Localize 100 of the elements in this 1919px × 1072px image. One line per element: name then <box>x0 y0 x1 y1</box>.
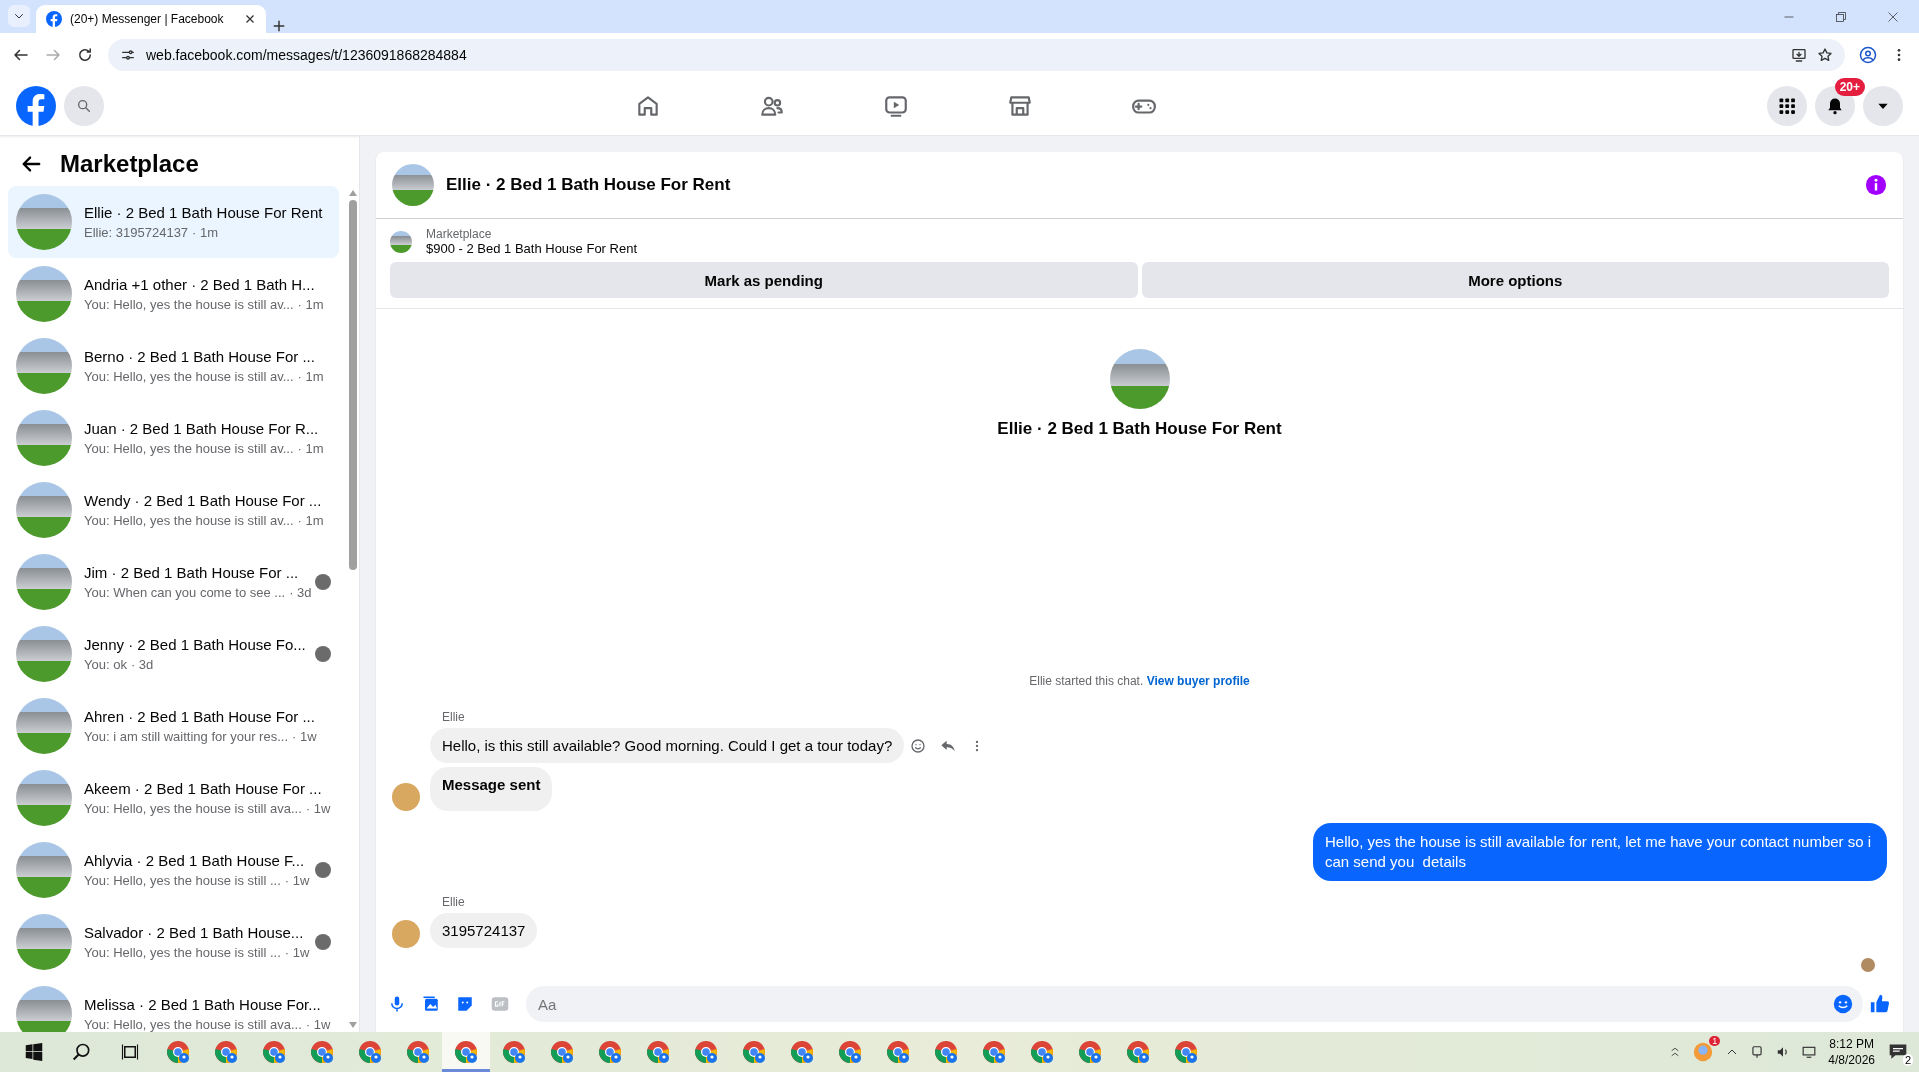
browser-icon <box>790 1040 814 1064</box>
message-time: · 1w <box>305 1017 331 1032</box>
address-bar[interactable]: web.facebook.com/messages/t/1236091868284884 <box>108 39 1845 71</box>
listing-photo <box>392 164 434 206</box>
photo-icon[interactable] <box>422 995 440 1013</box>
browser-icon <box>262 1040 286 1064</box>
browser-icon <box>166 1040 190 1064</box>
search-icon[interactable] <box>72 1042 92 1062</box>
listing-title: $900 - 2 Bed 1 Bath House For Rent <box>426 241 637 256</box>
conversation-item[interactable]: Ahlyvia · 2 Bed 1 Bath House F... You: Hello, yes the house is still ... · 1w <box>8 834 339 906</box>
star-icon[interactable] <box>1817 47 1833 63</box>
listing-photo <box>16 626 72 682</box>
message-time: · 1m <box>297 297 324 312</box>
listing-photo <box>16 986 72 1032</box>
install-app-icon[interactable] <box>1791 47 1807 63</box>
taskbar-app-button[interactable] <box>442 1032 490 1072</box>
sticker-icon[interactable] <box>456 995 474 1013</box>
browser-icon <box>646 1040 670 1064</box>
message-time: · 1m <box>192 225 219 240</box>
browser-tab[interactable]: (20+) Messenger | Facebook <box>36 5 266 33</box>
conversation-title: Ahlyvia · 2 Bed 1 Bath House F... <box>84 852 303 869</box>
message-time: · 3d <box>289 585 312 600</box>
facebook-logo-icon <box>46 11 62 27</box>
action-button[interactable]: More options <box>1141 262 1889 298</box>
message-input[interactable]: Aa <box>526 986 1863 1022</box>
back-arrow-icon[interactable] <box>20 153 42 175</box>
conversation-title: Jenny · 2 Bed 1 Bath House Fo... <box>84 636 303 653</box>
search-button[interactable] <box>64 86 104 126</box>
plus-icon[interactable] <box>272 19 286 33</box>
notification-center-icon[interactable] <box>1887 1042 1909 1062</box>
close-icon[interactable] <box>244 13 256 25</box>
message-preview: You: i am still waitting for your res... <box>84 729 288 744</box>
message-preview: Ellie: 3195724137 <box>84 225 189 240</box>
browser-icon <box>838 1040 862 1064</box>
windows-start-icon[interactable] <box>25 1043 43 1061</box>
conversation-title: Juan · 2 Bed 1 Bath House For R... <box>84 420 320 437</box>
browser-icon <box>1030 1040 1054 1064</box>
conversation-item[interactable]: Andria +1 other · 2 Bed 1 Bath H... You: Hello, yes the house is still av... · 1m <box>8 258 339 330</box>
message-time: · 1w <box>284 945 310 960</box>
listing-photo <box>16 698 72 754</box>
menu-button[interactable] <box>1767 86 1807 126</box>
message-preview: You: Hello, yes the house is still av... <box>84 369 294 384</box>
conversation-item[interactable]: Akeem · 2 Bed 1 Bath House For ... You: Hello, yes the house is still ava... · 1w <box>8 762 339 834</box>
conversation-item[interactable]: Jenny · 2 Bed 1 Bath House Fo... You: ok · 3d <box>8 618 339 690</box>
conversation-item[interactable]: Salvador · 2 Bed 1 Bath House... You: Hello, yes the house is still ... · 1w <box>8 906 339 978</box>
conversation-item[interactable]: Wendy · 2 Bed 1 Bath House For ... You: Hello, yes the house is still av... · 1m <box>8 474 339 546</box>
emoji-react-icon[interactable] <box>910 737 927 754</box>
message-preview: You: When can you come to see ... <box>84 585 286 600</box>
listing-photo <box>16 410 72 466</box>
task-view-icon[interactable] <box>121 1043 139 1061</box>
emoji-icon[interactable] <box>1833 994 1853 1014</box>
listing-photo <box>16 914 72 970</box>
browser-icon <box>1174 1040 1198 1064</box>
browser-icon <box>502 1040 526 1064</box>
conversation-item[interactable]: Juan · 2 Bed 1 Bath House For R... You: Hello, yes the house is still av... · 1m <box>8 402 339 474</box>
browser-icon <box>214 1040 238 1064</box>
browser-icon <box>406 1040 430 1064</box>
listing-photo <box>16 338 72 394</box>
reload-icon[interactable] <box>76 46 94 64</box>
microphone-icon[interactable] <box>388 995 406 1013</box>
listing-photo <box>16 842 72 898</box>
conversation-title: Jim · 2 Bed 1 Bath House For ... <box>84 564 300 581</box>
browser-icon <box>358 1040 382 1064</box>
browser-icon <box>934 1040 958 1064</box>
search-icon <box>76 98 92 114</box>
sender-name: Ellie <box>442 895 466 909</box>
browser-icon <box>742 1040 766 1064</box>
message-bubble: Hello, yes the house is still available for rent, let me have your contact number so i can send you details <box>1313 823 1887 881</box>
listing-photo <box>16 482 72 538</box>
taskbar-time: 8:12 PM <box>1828 1036 1875 1052</box>
view-buyer-profile-link[interactable]: View buyer profile <box>1146 674 1250 688</box>
url-text: web.facebook.com/messages/t/1236091868284884 <box>146 47 468 63</box>
conversation-item[interactable]: Ellie · 2 Bed 1 Bath House For Rent Ellie: 3195724137 · 1m <box>8 186 339 258</box>
conversation-title: Akeem · 2 Bed 1 Bath House For ... <box>84 780 323 797</box>
facebook-logo-icon[interactable] <box>16 86 56 126</box>
read-receipt-avatar <box>1861 958 1875 972</box>
chat-title: Ellie · 2 Bed 1 Bath House For Rent <box>446 175 732 195</box>
video-play-icon[interactable] <box>882 93 909 119</box>
grid-menu-icon <box>1777 96 1797 116</box>
browser-icon <box>598 1040 622 1064</box>
tray-app-icon[interactable] <box>1692 1041 1715 1063</box>
storefront-icon[interactable] <box>1006 93 1033 119</box>
monitor-icon[interactable] <box>1802 1045 1817 1059</box>
conversation-item[interactable]: Jim · 2 Bed 1 Bath House For ... You: When can you come to see ... · 3d <box>8 546 339 618</box>
conversation-item[interactable]: Berno · 2 Bed 1 Bath House For ... You: Hello, yes the house is still av... · 1m <box>8 330 339 402</box>
scroll-up-icon <box>349 190 357 196</box>
conversation-item[interactable]: Ahren · 2 Bed 1 Bath House For ... You: i am still waitting for your res... · 1w <box>8 690 339 762</box>
action-button[interactable]: Mark as pending <box>390 262 1138 298</box>
restore-icon[interactable] <box>1835 10 1847 23</box>
thumbs-up-icon[interactable] <box>1869 993 1891 1015</box>
browser-icon <box>1126 1040 1150 1064</box>
message-preview: You: Hello, yes the house is still ... <box>84 873 281 888</box>
listing-photo <box>16 770 72 826</box>
conversation-title: Salvador · 2 Bed 1 Bath House... <box>84 924 303 941</box>
info-icon[interactable] <box>1865 174 1887 196</box>
listing-photo <box>16 554 72 610</box>
profile-icon[interactable] <box>1859 46 1877 64</box>
network-icon[interactable] <box>1750 1045 1765 1059</box>
chevron-up-icon[interactable] <box>1670 1045 1681 1059</box>
listing-photo <box>16 266 72 322</box>
